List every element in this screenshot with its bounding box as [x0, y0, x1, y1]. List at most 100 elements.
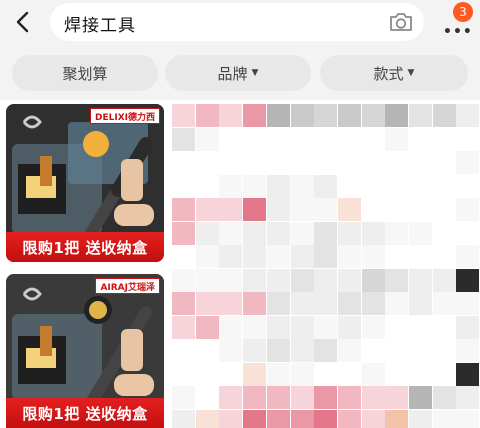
mosaic-cell [290, 245, 314, 268]
mosaic-cell [432, 221, 456, 245]
mosaic-cell [172, 409, 195, 428]
mosaic-cell [456, 315, 480, 339]
mosaic-cell [219, 386, 243, 409]
product-card[interactable]: DELIXI德力西 限购1把 送收纳盒 [6, 104, 164, 262]
search-box[interactable]: 焊接工具 [50, 3, 424, 41]
mosaic-cell [361, 315, 385, 339]
mosaic-cell [432, 362, 456, 386]
mosaic-cell [219, 292, 243, 315]
mosaic-cell [314, 268, 338, 292]
mosaic-cell [385, 127, 409, 151]
mosaic-cell [172, 174, 195, 198]
mosaic-cell [266, 221, 290, 245]
mosaic-cell [432, 151, 456, 174]
mosaic-cell [195, 151, 219, 174]
search-input[interactable]: 焊接工具 [64, 11, 136, 36]
mosaic-cell [456, 362, 480, 386]
mosaic-cell [432, 174, 456, 198]
mosaic-cell [266, 292, 290, 315]
mosaic-cell [195, 104, 219, 127]
mosaic-cell [385, 409, 409, 428]
mosaic-cell [361, 245, 385, 268]
mosaic-cell [219, 268, 243, 292]
mosaic-cell [409, 362, 432, 386]
mosaic-cell [266, 127, 290, 151]
mosaic-cell [337, 151, 361, 174]
mosaic-cell [432, 292, 456, 315]
back-arrow-icon [16, 11, 29, 33]
mosaic-cell [195, 386, 219, 409]
mosaic-cell [337, 362, 361, 386]
filter-chip-style[interactable]: 款式 ▼ [320, 55, 468, 91]
mosaic-cell [219, 174, 243, 198]
brand-label: AIRAJ艾瑞泽 [100, 282, 155, 293]
back-button[interactable] [8, 4, 38, 40]
mosaic-cell [172, 268, 195, 292]
mosaic-cell [172, 151, 195, 174]
mosaic-cell [361, 104, 385, 127]
camera-icon[interactable] [388, 10, 414, 34]
mosaic-cell [409, 151, 432, 174]
mosaic-cell [290, 127, 314, 151]
brand-logo: AIRAJ艾瑞泽 [95, 278, 160, 294]
mosaic-cell [290, 386, 314, 409]
mosaic-cell [337, 315, 361, 339]
product-card[interactable]: AIRAJ艾瑞泽 限购1把 送收纳盒 [6, 274, 164, 428]
promo-text: 限购1把 送收纳盒 [22, 238, 148, 257]
mosaic-cell [385, 362, 409, 386]
mosaic-cell [290, 315, 314, 339]
mosaic-cell [361, 174, 385, 198]
mosaic-cell [243, 198, 267, 221]
mosaic-cell [243, 174, 267, 198]
mosaic-cell [266, 198, 290, 221]
mosaic-cell [337, 174, 361, 198]
mosaic-cell [290, 198, 314, 221]
mosaic-cell [243, 362, 267, 386]
mosaic-cell [266, 151, 290, 174]
filter-chip-juhuasuan[interactable]: 聚划算 [12, 55, 158, 91]
mosaic-cell [266, 339, 290, 362]
mosaic-cell [456, 104, 480, 127]
filter-chip-brand[interactable]: 品牌 ▼ [165, 55, 311, 91]
pixelated-product-info [172, 100, 480, 428]
mosaic-cell [314, 221, 338, 245]
mosaic-cell [456, 221, 480, 245]
mosaic-cell [385, 174, 409, 198]
mosaic-cell [290, 362, 314, 386]
mosaic-cell [243, 339, 267, 362]
filter-bar: 聚划算 品牌 ▼ 款式 ▼ [0, 52, 480, 94]
mosaic-cell [361, 292, 385, 315]
mosaic-cell [409, 127, 432, 151]
notification-badge: 3 [453, 2, 473, 22]
mosaic-cell [195, 362, 219, 386]
mosaic-cell [290, 268, 314, 292]
mosaic-cell [409, 409, 432, 428]
mosaic-cell [314, 362, 338, 386]
mosaic-cell [266, 104, 290, 127]
mosaic-cell [432, 198, 456, 221]
mosaic-cell [385, 245, 409, 268]
mosaic-cell [314, 127, 338, 151]
mosaic-cell [195, 292, 219, 315]
mosaic-cell [385, 315, 409, 339]
mosaic-cell [409, 174, 432, 198]
mosaic-cell [314, 245, 338, 268]
promo-banner: 限购1把 送收纳盒 [6, 232, 164, 262]
mosaic-cell [172, 386, 195, 409]
mosaic-cell [243, 386, 267, 409]
brand-logo: DELIXI德力西 [90, 108, 160, 124]
mosaic-cell [266, 362, 290, 386]
mosaic-cell [456, 339, 480, 362]
brand-label: DELIXI德力西 [95, 112, 155, 123]
mosaic-cell [243, 221, 267, 245]
mosaic-cell [219, 198, 243, 221]
mosaic-cell [314, 174, 338, 198]
mosaic-cell [385, 198, 409, 221]
more-button[interactable]: ••• 3 [440, 2, 476, 40]
promo-banner: 限购1把 送收纳盒 [6, 398, 164, 428]
mosaic-cell [385, 221, 409, 245]
mosaic-cell [243, 268, 267, 292]
mosaic-cell [266, 174, 290, 198]
mosaic-cell [290, 104, 314, 127]
caret-down-icon: ▼ [407, 68, 415, 78]
